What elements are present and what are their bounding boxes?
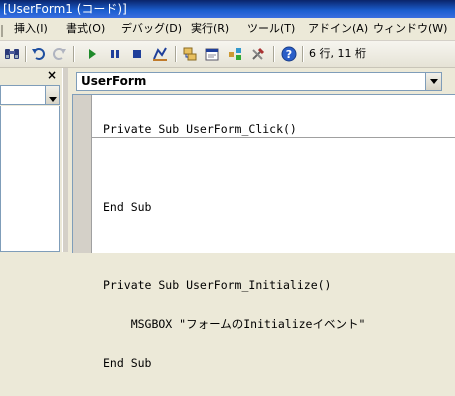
svg-text:?: ?	[286, 48, 292, 61]
panel-list[interactable]	[0, 106, 60, 252]
standard-toolbar: ? 6 行, 11 桁	[0, 41, 455, 68]
code-line: Private Sub UserForm_Click()	[103, 122, 297, 136]
menu-run[interactable]: 実行(R)	[187, 18, 233, 40]
menu-bar: 挿入(I) 書式(O) デバッグ(D) 実行(R) ツール(T) アドイン(A)…	[0, 18, 455, 41]
object-browser-icon[interactable]	[226, 45, 244, 63]
menu-grip-icon	[0, 23, 6, 37]
window-title: [UserForm1 (コード)]	[3, 2, 127, 16]
code-line: End Sub	[103, 356, 152, 370]
pause-icon[interactable]	[106, 45, 124, 63]
project-explorer-panel: ×	[0, 68, 62, 252]
run-icon[interactable]	[83, 45, 101, 63]
menu-debug[interactable]: デバッグ(D)	[117, 18, 186, 40]
code-line: Private Sub UserForm_Initialize()	[103, 278, 332, 292]
toolbar-separator	[175, 46, 177, 62]
chevron-down-icon[interactable]	[425, 73, 441, 90]
toolbar-separator	[73, 46, 75, 62]
properties-icon[interactable]	[203, 45, 221, 63]
code-line: End Sub	[103, 200, 152, 214]
code-text[interactable]: Private Sub UserForm_Click() End Sub Pri…	[103, 97, 365, 396]
design-mode-icon[interactable]	[151, 45, 169, 63]
panel-header: ×	[0, 68, 62, 84]
menu-addins[interactable]: アドイン(A)	[304, 18, 372, 40]
code-line: MSGBOX "フォームのInitializeイベント"	[103, 317, 366, 331]
window-title-bar: [UserForm1 (コード)]	[0, 0, 455, 18]
code-window: UserForm Private Sub UserForm_Click() En…	[68, 68, 455, 370]
chevron-down-icon[interactable]	[45, 86, 59, 104]
toolbar-separator	[302, 46, 304, 62]
toolbar-separator	[273, 46, 275, 62]
panel-dropdown[interactable]	[0, 85, 60, 105]
margin-indicator-bar[interactable]	[73, 95, 92, 253]
toolbox-icon[interactable]	[249, 45, 267, 63]
menu-format[interactable]: 書式(O)	[62, 18, 109, 40]
toolbar-separator	[25, 46, 27, 62]
object-dropdown[interactable]: UserForm	[76, 72, 442, 91]
code-editor[interactable]: Private Sub UserForm_Click() End Sub Pri…	[72, 94, 455, 370]
help-icon[interactable]: ?	[280, 45, 298, 63]
close-icon[interactable]: ×	[46, 69, 58, 81]
project-explorer-icon[interactable]	[181, 45, 199, 63]
procedure-separator	[92, 137, 455, 138]
stop-icon[interactable]	[128, 45, 146, 63]
menu-insert[interactable]: 挿入(I)	[10, 18, 52, 40]
binoculars-icon[interactable]	[3, 45, 21, 63]
redo-icon[interactable]	[50, 45, 68, 63]
object-dropdown-value: UserForm	[81, 74, 147, 88]
menu-tools[interactable]: ツール(T)	[243, 18, 299, 40]
cursor-position-indicator: 6 行, 11 桁	[309, 47, 366, 60]
menu-window[interactable]: ウィンドウ(W)	[369, 18, 451, 40]
undo-icon[interactable]	[30, 45, 48, 63]
